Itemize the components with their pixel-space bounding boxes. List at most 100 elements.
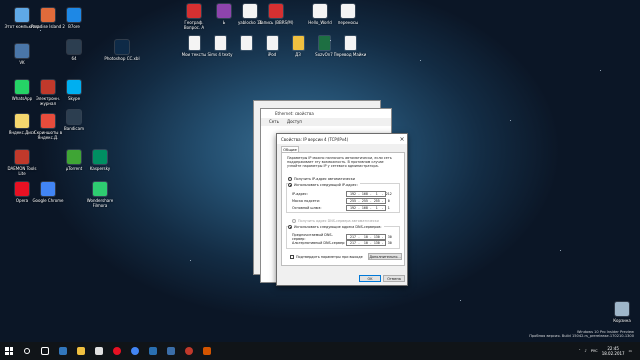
whatsapp-icon xyxy=(15,80,29,94)
record-icon xyxy=(185,347,193,355)
checkbox[interactable] xyxy=(290,255,294,259)
desktop-icon-label: Kaspersky xyxy=(89,166,111,171)
system-tray: ˄ ♪ РУС 22:45 18.02.2017 ▭ xyxy=(579,342,632,360)
utorrent-icon xyxy=(67,150,81,164)
gateway-row: Основной шлюз: 192 . 168 . 1 . 1 xyxy=(292,205,390,211)
yandex-disk-icon xyxy=(15,114,29,128)
opera-icon xyxy=(15,182,29,196)
alternate-dns-row: Альтернативный DNS-сервер: 217 . 10 . 13… xyxy=(292,240,392,246)
radio-auto-dns[interactable]: Получить адрес DNS-сервера автоматически xyxy=(292,219,379,223)
start-button[interactable] xyxy=(0,342,18,360)
file-icon xyxy=(344,36,356,50)
task-view-icon xyxy=(41,347,49,355)
search-button[interactable] xyxy=(18,342,36,360)
desktop-icon-vk[interactable]: VK xyxy=(4,42,40,80)
radio-button[interactable] xyxy=(288,177,292,181)
dialog-description: Параметры IP можно назначать автоматичес… xyxy=(287,156,392,169)
validate-settings-checkbox[interactable]: Подтвердить параметры при выходе xyxy=(290,255,363,259)
ok-button[interactable]: OK xyxy=(359,275,381,282)
ip-address-label: IP-адрес: xyxy=(292,192,308,196)
photoshop-icon xyxy=(115,40,129,54)
watermark-line2: Пробная версия. Build 15042.rs_prereleas… xyxy=(529,334,634,339)
clock[interactable]: 22:45 18.02.2017 xyxy=(602,346,625,356)
windows-logo-icon xyxy=(5,347,13,355)
app-icon xyxy=(67,8,81,22)
alternate-dns-input[interactable]: 217 . 10 . 130 . 30 xyxy=(346,240,392,246)
ipv4-properties-dialog: Свойства: IP версии 4 (TCP/IPv4) × Общие… xyxy=(276,133,408,286)
tab-access[interactable]: Доступ xyxy=(287,118,302,126)
search-icon xyxy=(24,348,30,354)
file-icon xyxy=(188,36,200,50)
taskbar-shield[interactable] xyxy=(162,342,180,360)
excel-icon xyxy=(318,36,330,50)
desktop-file-perevod[interactable]: Перевод Майки xyxy=(332,34,368,72)
window-title: Ethernet: свойства xyxy=(261,109,391,118)
recycle-bin-icon xyxy=(615,302,629,316)
radio-manual-dns[interactable]: Использовать следующие адреса DNS-сервер… xyxy=(288,225,384,229)
desktop-file-label: переносы xyxy=(337,20,359,25)
desktop-icon-photoshop[interactable]: Photoshop CC.xbl xyxy=(104,38,140,76)
desktop-file-label: Запись (BBRS/M) xyxy=(258,20,294,25)
tab-network[interactable]: Сеть xyxy=(269,118,279,126)
taskbar-opera[interactable] xyxy=(108,342,126,360)
file-icon xyxy=(341,4,355,18)
yandex-icon xyxy=(95,347,103,355)
taskbar: ˄ ♪ РУС 22:45 18.02.2017 ▭ xyxy=(0,342,640,360)
desktop-icon-label: B7ore xyxy=(68,24,80,29)
desktop-file-label: Перевод Майки xyxy=(333,52,367,57)
taskbar-explorer[interactable] xyxy=(72,342,90,360)
desktop-icon-wondershare[interactable]: Wondershare Filmora xyxy=(82,180,118,218)
notifications-icon[interactable]: ▭ xyxy=(629,349,632,353)
taskbar-network[interactable] xyxy=(144,342,162,360)
chevron-up-icon[interactable]: ˄ xyxy=(579,349,581,353)
radio-button-selected[interactable] xyxy=(288,183,292,187)
radio-button-disabled[interactable] xyxy=(292,219,296,223)
taskbar-edge[interactable] xyxy=(54,342,72,360)
desktop-icon-label: Bandicam xyxy=(64,126,84,131)
radio-manual-ip[interactable]: Использовать следующий IP-адрес: xyxy=(288,183,360,187)
gateway-input[interactable]: 192 . 168 . 1 . 1 xyxy=(346,205,390,211)
folder-icon xyxy=(292,36,304,50)
app-64-icon xyxy=(67,40,81,54)
desktop-icon-chrome[interactable]: Google Chrome xyxy=(30,180,66,218)
taskbar-yandex[interactable] xyxy=(90,342,108,360)
desktop-icon-label: Wondershare Filmora xyxy=(86,198,114,208)
desktop-icon-app64[interactable]: 64 xyxy=(56,38,92,76)
radio-button-selected[interactable] xyxy=(288,225,292,229)
edge-icon xyxy=(59,347,67,355)
ip-address-row: IP-адрес: 192 . 168 . 1 . 212 xyxy=(292,191,392,197)
star xyxy=(510,120,511,121)
file-red-icon xyxy=(187,4,201,18)
task-view-button[interactable] xyxy=(36,342,54,360)
computer-icon xyxy=(15,8,29,22)
shield-icon xyxy=(167,347,175,355)
language-indicator[interactable]: РУС xyxy=(591,349,598,353)
file-red-icon xyxy=(269,4,283,18)
taskbar-record[interactable] xyxy=(180,342,198,360)
volume-icon[interactable]: ♪ xyxy=(585,349,587,353)
app-icon xyxy=(217,4,231,18)
gateway-label: Основной шлюз: xyxy=(292,206,322,210)
dialog-title: Свойства: IP версии 4 (TCP/IPv4) xyxy=(281,136,349,142)
bandicam-icon xyxy=(67,110,81,124)
folder-icon xyxy=(77,347,85,355)
close-icon[interactable]: × xyxy=(397,136,407,143)
general-panel: Параметры IP можно назначать автоматичес… xyxy=(281,152,405,266)
desktop-icon-label: VK xyxy=(19,60,25,65)
subnet-mask-row: Маска подсети: 255 . 255 . 255 . 0 xyxy=(292,198,390,204)
taskbar-chrome[interactable] xyxy=(126,342,144,360)
subnet-mask-input[interactable]: 255 . 255 . 255 . 0 xyxy=(346,198,390,204)
filmora-icon xyxy=(93,182,107,196)
advanced-button[interactable]: Дополнительно... xyxy=(368,253,402,260)
ip-address-input[interactable]: 192 . 168 . 1 . 212 xyxy=(346,191,392,197)
taskbar-app[interactable] xyxy=(198,342,216,360)
star xyxy=(600,70,601,71)
clock-date: 18.02.2017 xyxy=(601,351,625,356)
radio-auto-ip[interactable]: Получить IP-адрес автоматически xyxy=(288,177,355,181)
journal-icon xyxy=(41,80,55,94)
desktop-icon-bandicam[interactable]: Bandicam xyxy=(56,108,92,146)
file-icon xyxy=(243,4,257,18)
kaspersky-icon xyxy=(93,150,107,164)
dialog-titlebar: Свойства: IP версии 4 (TCP/IPv4) × xyxy=(277,134,407,144)
cancel-button[interactable]: Отмена xyxy=(383,275,405,282)
